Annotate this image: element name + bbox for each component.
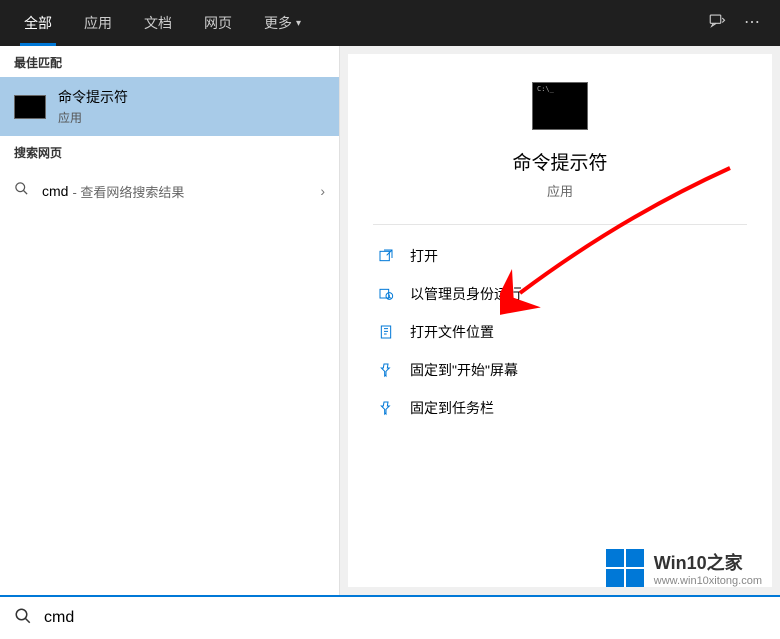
detail-pane: 命令提示符 应用 打开 以管理员身份运行 打开文件位置 — [348, 54, 772, 587]
best-match-result[interactable]: 命令提示符 应用 — [0, 77, 339, 136]
tab-more-label: 更多 — [264, 13, 292, 33]
result-title: 命令提示符 — [58, 87, 128, 107]
watermark-text: Win10之家 www.win10xitong.com — [654, 549, 762, 587]
action-pin-taskbar-label: 固定到任务栏 — [410, 398, 494, 418]
chevron-down-icon: ▾ — [296, 18, 301, 29]
filter-tabs: 全部 应用 文档 网页 更多 ▾ — [8, 0, 317, 46]
search-bar[interactable] — [0, 595, 780, 639]
tab-more[interactable]: 更多 ▾ — [248, 0, 317, 46]
action-run-admin-label: 以管理员身份运行 — [410, 284, 522, 304]
feedback-icon[interactable] — [708, 12, 726, 35]
tab-all-label: 全部 — [24, 13, 52, 33]
search-input[interactable] — [44, 609, 766, 627]
app-icon-large — [532, 82, 588, 130]
actions-list: 打开 以管理员身份运行 打开文件位置 固定到"开始"屏幕 — [348, 225, 772, 439]
action-open-location-label: 打开文件位置 — [410, 322, 494, 342]
admin-icon — [376, 286, 396, 302]
action-pin-start-label: 固定到"开始"屏幕 — [410, 360, 518, 380]
tab-apps-label: 应用 — [84, 13, 112, 33]
web-query-text: cmd — [42, 183, 68, 199]
tab-apps[interactable]: 应用 — [68, 0, 128, 46]
action-open-label: 打开 — [410, 246, 438, 266]
search-icon — [14, 181, 32, 201]
search-icon — [14, 607, 32, 630]
web-hint-text: - 查看网络搜索结果 — [72, 182, 184, 201]
tab-web[interactable]: 网页 — [188, 0, 248, 46]
watermark: Win10之家 www.win10xitong.com — [606, 549, 762, 587]
tab-web-label: 网页 — [204, 13, 232, 33]
best-match-header: 最佳匹配 — [0, 46, 339, 77]
action-pin-taskbar[interactable]: 固定到任务栏 — [372, 389, 748, 427]
topbar-actions: ⋯ — [708, 12, 772, 35]
watermark-url: www.win10xitong.com — [654, 575, 762, 587]
cmd-icon — [14, 95, 46, 119]
result-subtitle: 应用 — [58, 109, 128, 126]
app-type: 应用 — [547, 181, 573, 200]
action-run-admin[interactable]: 以管理员身份运行 — [372, 275, 748, 313]
pin-start-icon — [376, 362, 396, 378]
folder-icon — [376, 324, 396, 340]
top-tab-bar: 全部 应用 文档 网页 更多 ▾ ⋯ — [0, 0, 780, 46]
action-open-location[interactable]: 打开文件位置 — [372, 313, 748, 351]
tab-docs-label: 文档 — [144, 13, 172, 33]
results-pane: 最佳匹配 命令提示符 应用 搜索网页 cmd - 查看网络搜索结果 › — [0, 46, 340, 595]
web-search-result[interactable]: cmd - 查看网络搜索结果 › — [0, 167, 339, 215]
more-options-icon[interactable]: ⋯ — [744, 12, 760, 35]
tab-docs[interactable]: 文档 — [128, 0, 188, 46]
chevron-right-icon: › — [320, 183, 325, 199]
web-search-header: 搜索网页 — [0, 136, 339, 167]
app-name: 命令提示符 — [512, 148, 607, 175]
pin-taskbar-icon — [376, 400, 396, 416]
tab-all[interactable]: 全部 — [8, 0, 68, 46]
open-icon — [376, 248, 396, 264]
content-area: 最佳匹配 命令提示符 应用 搜索网页 cmd - 查看网络搜索结果 › 命令提示… — [0, 46, 780, 595]
windows-logo-icon — [606, 549, 644, 587]
action-pin-start[interactable]: 固定到"开始"屏幕 — [372, 351, 748, 389]
action-open[interactable]: 打开 — [372, 237, 748, 275]
result-text: 命令提示符 应用 — [58, 87, 128, 126]
watermark-title: Win10之家 — [654, 549, 762, 575]
